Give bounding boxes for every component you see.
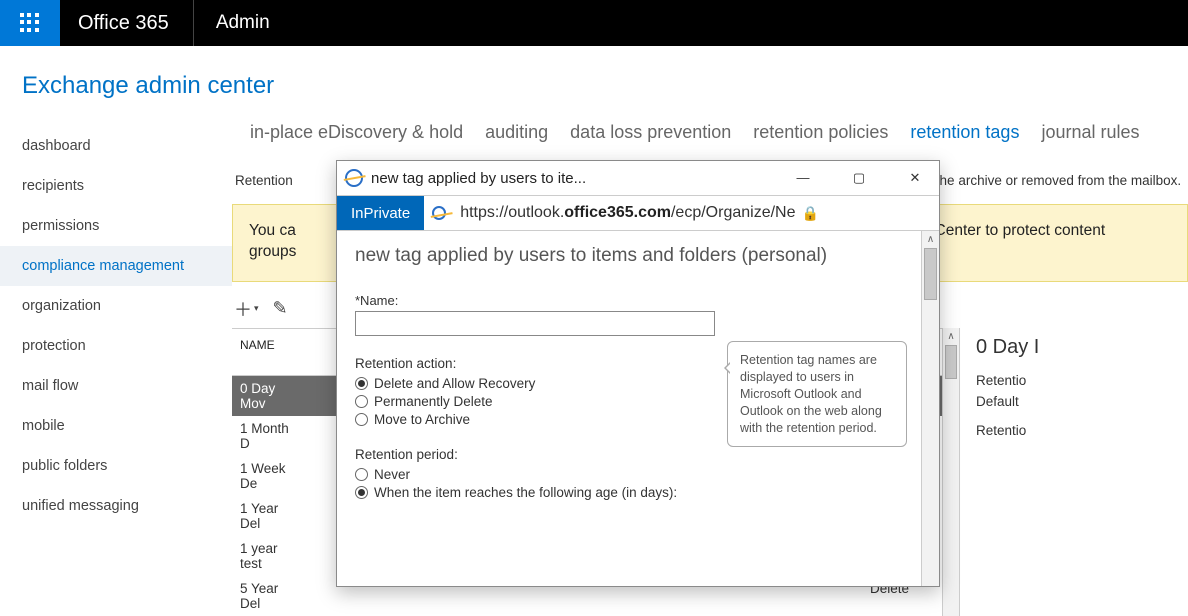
detail-pane: 0 Day I Retentio Default Retentio [960, 328, 1039, 616]
tab-bar: in-place eDiscovery & hold auditing data… [232, 108, 1188, 163]
radio-age-days[interactable]: When the item reaches the following age … [355, 485, 921, 500]
name-input[interactable] [355, 311, 715, 336]
warning-line1-left: You ca [249, 221, 296, 242]
scroll-up-icon[interactable]: ∧ [943, 328, 959, 345]
tab-ediscovery[interactable]: in-place eDiscovery & hold [250, 122, 463, 143]
add-button[interactable]: ＋▾ [232, 296, 261, 322]
tab-retention-tags[interactable]: retention tags [910, 122, 1019, 143]
popup-window: new tag applied by users to ite... — ▢ ✕… [336, 160, 940, 587]
nav-compliance-management[interactable]: compliance management [0, 246, 232, 286]
radio-icon [355, 413, 368, 426]
page-title: Exchange admin center [0, 46, 1188, 108]
popup-titlebar[interactable]: new tag applied by users to ite... — ▢ ✕ [337, 161, 939, 195]
nav-mail-flow[interactable]: mail flow [0, 366, 232, 406]
waffle-icon [20, 13, 40, 33]
brand-label[interactable]: Office 365 [60, 0, 194, 46]
dialog-title: new tag applied by users to items and fo… [355, 245, 921, 267]
tab-auditing[interactable]: auditing [485, 122, 548, 143]
detail-line: Retentio [976, 373, 1039, 388]
tab-journal-rules[interactable]: journal rules [1041, 122, 1139, 143]
radio-icon [355, 468, 368, 481]
col-name[interactable]: NAME [232, 329, 302, 375]
retention-period-label: Retention period: [355, 447, 921, 462]
cell-name: 0 Day Mov [232, 376, 302, 416]
chevron-down-icon: ▾ [254, 303, 259, 314]
maximize-button[interactable]: ▢ [849, 170, 869, 186]
radio-never[interactable]: Never [355, 467, 921, 482]
warning-line1-right: ce Center to protect content [914, 221, 1105, 242]
description-left: Retention [232, 163, 293, 194]
radio-icon [355, 395, 368, 408]
nav-permissions[interactable]: permissions [0, 206, 232, 246]
nav-recipients[interactable]: recipients [0, 166, 232, 206]
popup-body: new tag applied by users to items and fo… [337, 231, 939, 513]
close-button[interactable]: ✕ [905, 170, 925, 186]
ie-icon [345, 169, 363, 187]
top-bar: Office 365 Admin [0, 0, 1188, 46]
nav-protection[interactable]: protection [0, 326, 232, 366]
radio-icon [355, 377, 368, 390]
scroll-thumb[interactable] [945, 345, 957, 379]
tab-dlp[interactable]: data loss prevention [570, 122, 731, 143]
scroll-up-icon[interactable]: ∧ [922, 231, 939, 248]
detail-line: Default [976, 394, 1039, 409]
name-label: *Name: [355, 293, 921, 308]
detail-title: 0 Day I [976, 336, 1039, 359]
popup-scrollbar[interactable]: ∧ [921, 231, 939, 586]
nav-organization[interactable]: organization [0, 286, 232, 326]
app-launcher-button[interactable] [0, 0, 60, 46]
lock-icon: 🔒 [802, 205, 819, 222]
pencil-icon: ✎ [273, 298, 288, 319]
tab-retention-policies[interactable]: retention policies [753, 122, 888, 143]
radio-icon [355, 486, 368, 499]
left-nav: dashboard recipients permissions complia… [0, 108, 232, 616]
plus-icon: ＋ [234, 296, 252, 322]
ie-icon [432, 206, 446, 220]
inprivate-badge: InPrivate [337, 196, 424, 230]
description-right: the archive or removed from the mailbox. [933, 163, 1181, 194]
detail-line: Retentio [976, 423, 1039, 438]
nav-dashboard[interactable]: dashboard [0, 126, 232, 166]
nav-mobile[interactable]: mobile [0, 406, 232, 446]
scroll-thumb[interactable] [924, 248, 937, 300]
area-label[interactable]: Admin [194, 0, 292, 46]
address-bar: InPrivate https://outlook.office365.com/… [337, 195, 939, 231]
name-tooltip: Retention tag names are displayed to use… [727, 341, 907, 447]
popup-title: new tag applied by users to ite... [371, 170, 793, 187]
nav-unified-messaging[interactable]: unified messaging [0, 486, 232, 526]
url-field[interactable]: https://outlook.office365.com/ecp/Organi… [424, 196, 939, 230]
edit-button[interactable]: ✎ [271, 296, 290, 322]
minimize-button[interactable]: — [793, 170, 813, 186]
grid-scrollbar[interactable]: ∧ [942, 328, 960, 616]
nav-public-folders[interactable]: public folders [0, 446, 232, 486]
